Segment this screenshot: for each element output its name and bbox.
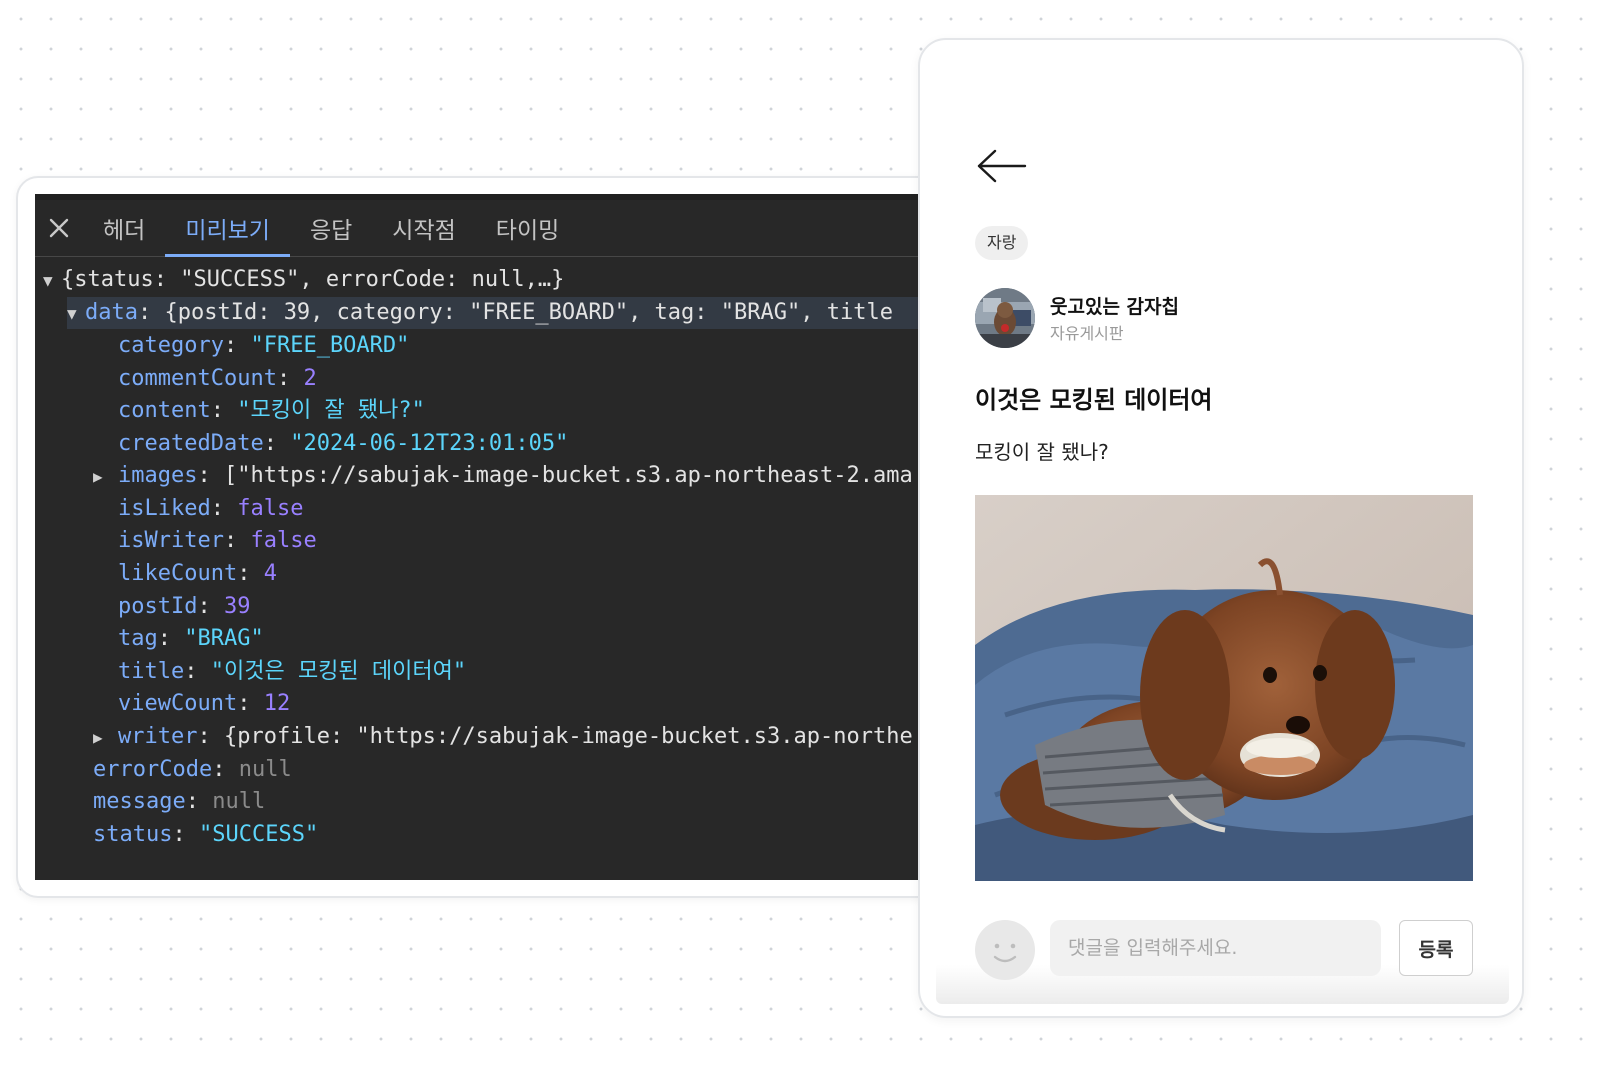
json-preview-tree: ▼ {status: "SUCCESS", errorCode: null,…} …: [35, 262, 1014, 880]
tree-row-postid: postId: 39: [118, 594, 251, 619]
tree-value: 2: [303, 366, 317, 391]
tree-value: 12: [263, 691, 291, 716]
close-icon[interactable]: [35, 200, 83, 256]
tree-value: "2024-06-12T23:01:05": [290, 431, 569, 456]
tree-key: status: [93, 822, 173, 847]
tree-key: viewCount: [118, 691, 238, 716]
tree-key: isLiked: [118, 496, 211, 521]
tree-key: category: [118, 333, 224, 358]
tree-row-category: category: "FREE_BOARD": [118, 333, 410, 358]
tree-row-iswriter: isWriter: false: [118, 528, 317, 553]
tree-key: writer: [118, 724, 198, 749]
tree-value: "이것은 모킹된 데이터여": [210, 659, 467, 684]
tree-row-tag: tag: "BRAG": [118, 626, 264, 651]
tree-key: content: [118, 398, 211, 423]
tab-headers[interactable]: 헤더: [83, 200, 165, 256]
arrow-left-icon[interactable]: [975, 148, 1027, 184]
images-summary: ["https://sabujak-image-bucket.s3.ap-nor…: [223, 463, 913, 488]
root-summary: {status: "SUCCESS", errorCode: null,…}: [61, 267, 565, 292]
tree-row-writer[interactable]: ▶ writer: {profile: "https://sabujak-imag…: [93, 721, 913, 753]
tree-key: createdDate: [118, 431, 264, 456]
tree-row-status: status: "SUCCESS": [93, 822, 319, 847]
tree-row-title: title: "이것은 모킹된 데이터여": [118, 659, 467, 684]
tree-key: tag: [118, 626, 158, 651]
tree-row-message: message: null: [93, 789, 266, 814]
tree-value: null: [238, 757, 292, 782]
devtools-panel: 헤더 미리보기 응답 시작점 타이밍 ▼ {status: "SUCCESS", …: [35, 194, 1014, 880]
writer-summary: {profile: "https://sabujak-image-bucket.…: [223, 724, 913, 749]
writer-name: 웃고있는 감자칩: [1050, 296, 1179, 318]
comment-input[interactable]: [1050, 920, 1381, 976]
post-tag-chip: 자랑: [975, 226, 1029, 260]
post-detail-screen: 자랑 웃고있는 감자칩 자유게시판 이것은 모킹된 데이터여 모킹이 잘 됐나?: [918, 38, 1524, 1018]
tab-preview[interactable]: 미리보기: [165, 200, 290, 257]
post-image: [975, 495, 1473, 881]
tree-value: "FREE_BOARD": [250, 333, 410, 358]
avatar[interactable]: [975, 288, 1035, 348]
tree-row-content: content: "모킹이 잘 됐나?": [118, 398, 425, 423]
tree-key: isWriter: [118, 528, 224, 553]
board-name: 자유게시판: [1050, 324, 1124, 343]
tree-row-likecount: likeCount: 4: [118, 561, 277, 586]
devtools-card: 헤더 미리보기 응답 시작점 타이밍 ▼ {status: "SUCCESS", …: [16, 176, 1016, 898]
tree-row-viewcount: viewCount: 12: [118, 691, 291, 716]
post-title: 이것은 모킹된 데이터여: [975, 386, 1213, 414]
tree-row-commentcount: commentCount: 2: [118, 366, 317, 391]
triangle-icon[interactable]: ▶: [93, 722, 111, 754]
triangle-icon[interactable]: ▼: [43, 265, 61, 297]
triangle-icon[interactable]: ▼: [67, 298, 85, 330]
tree-row-createddate: createdDate: "2024-06-12T23:01:05": [118, 431, 569, 456]
tree-key: data: [85, 300, 138, 325]
tab-timing[interactable]: 타이밍: [476, 200, 579, 256]
smiley-avatar-icon: [975, 920, 1035, 980]
tree-key: message: [93, 789, 186, 814]
tree-row-root[interactable]: ▼ {status: "SUCCESS", errorCode: null,…}: [43, 264, 564, 296]
post-content: 모킹이 잘 됐나?: [975, 440, 1109, 464]
devtools-tab-bar: 헤더 미리보기 응답 시작점 타이밍: [35, 200, 1014, 257]
tree-value: false: [250, 528, 317, 553]
tree-value: false: [237, 496, 304, 521]
triangle-icon[interactable]: ▶: [93, 461, 111, 493]
submit-comment-button[interactable]: 등록: [1399, 920, 1473, 976]
tree-key: errorCode: [93, 757, 213, 782]
tree-key: commentCount: [118, 366, 277, 391]
tree-key: likeCount: [118, 561, 238, 586]
tree-row-data[interactable]: ▼ data: {postId: 39, category: "FREE_BOAR…: [67, 297, 1014, 330]
tree-value: "모킹이 잘 됐나?": [237, 398, 425, 423]
tree-row-isliked: isLiked: false: [118, 496, 304, 521]
tab-response[interactable]: 응답: [290, 200, 372, 256]
data-summary: {postId: 39, category: "FREE_BOARD", tag…: [164, 300, 893, 325]
tree-value: "BRAG": [184, 626, 264, 651]
tree-row-images[interactable]: ▶ images: ["https://sabujak-image-bucket.…: [93, 460, 913, 492]
tab-initiator[interactable]: 시작점: [372, 200, 475, 256]
tree-key: images: [118, 463, 198, 488]
tree-value: 39: [223, 594, 251, 619]
tree-key: postId: [118, 594, 198, 619]
tree-value: "SUCCESS": [198, 822, 319, 847]
tree-key: title: [118, 659, 185, 684]
tree-value: null: [212, 789, 266, 814]
tree-row-errorcode: errorCode: null: [93, 757, 292, 782]
tree-value: 4: [263, 561, 277, 586]
